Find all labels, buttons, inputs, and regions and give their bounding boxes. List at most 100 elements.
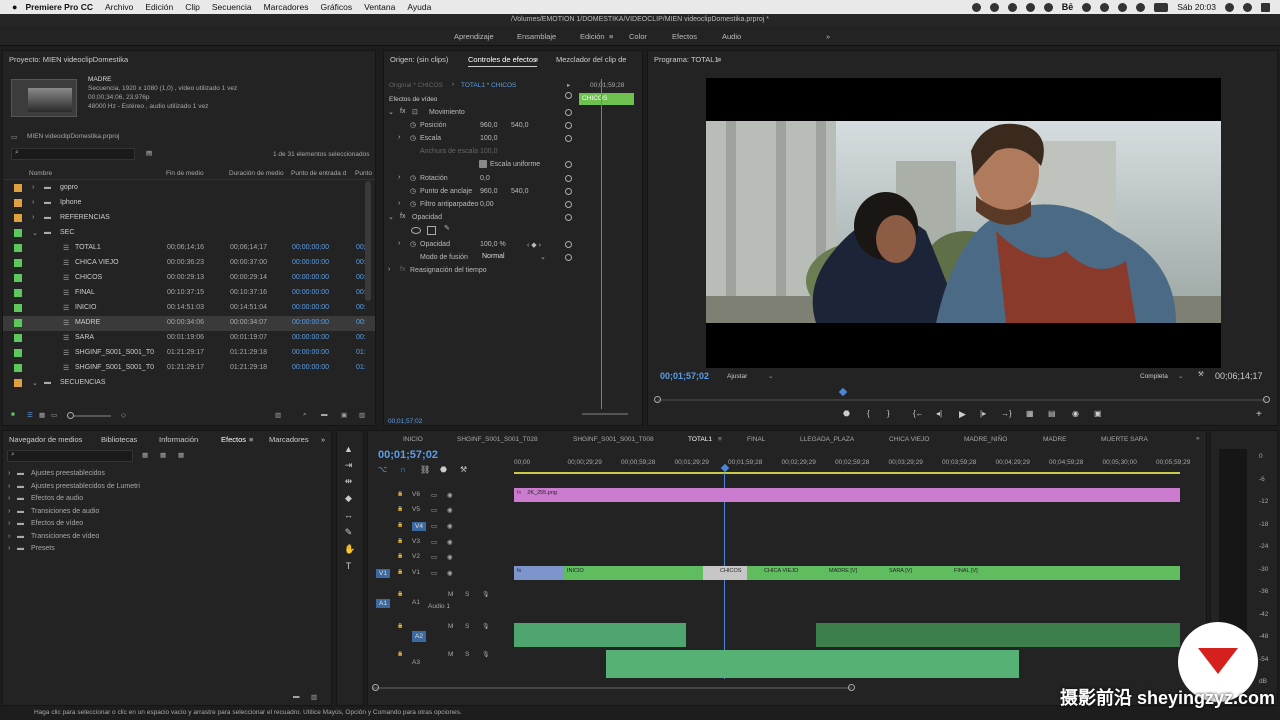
trash-icon[interactable]: ▥ xyxy=(311,693,317,701)
clock[interactable]: Sáb 20:03 xyxy=(1177,2,1216,12)
go-to-out-icon[interactable]: →} xyxy=(1001,409,1012,418)
clip-v1-chicos[interactable]: CHICOS xyxy=(703,566,747,580)
track-label[interactable]: A3 xyxy=(412,659,420,666)
menu-archivo[interactable]: Archivo xyxy=(105,2,133,12)
workspace-ensamblaje[interactable]: Ensamblaje xyxy=(517,32,556,41)
mute-button[interactable]: M xyxy=(448,591,453,598)
sequence-tab[interactable]: MADRE xyxy=(1043,436,1066,443)
disclosure-icon[interactable]: › xyxy=(32,214,34,221)
yuv-effects-icon[interactable]: ▦ xyxy=(178,451,184,459)
stopwatch-icon[interactable]: ◷ xyxy=(410,200,416,208)
label-color-swatch[interactable] xyxy=(14,304,22,312)
disclosure-icon[interactable]: › xyxy=(8,520,10,527)
track-lock-icon[interactable]: 🔒 xyxy=(397,623,403,629)
stopwatch-icon[interactable]: ◷ xyxy=(410,240,416,248)
wifi-icon[interactable] xyxy=(1118,2,1128,12)
sequence-tab[interactable]: INICIO xyxy=(403,436,423,443)
fx-badge[interactable]: fx xyxy=(400,213,405,220)
microphone-icon[interactable]: 🎙 xyxy=(482,651,490,658)
reset-icon[interactable] xyxy=(565,175,572,182)
track-label[interactable]: A2 xyxy=(412,631,426,642)
program-menu-icon[interactable]: ≡ xyxy=(717,55,721,64)
pen-tool-icon[interactable]: ✎ xyxy=(344,528,353,537)
sort-icon[interactable]: ◇ xyxy=(121,411,126,419)
project-folder[interactable]: ⌄ ▬ SEC xyxy=(3,226,375,241)
track-label[interactable]: V1 xyxy=(412,569,420,576)
timeline-settings-icon[interactable]: ⚒ xyxy=(460,465,467,474)
play-only-icon[interactable]: ▸ xyxy=(567,81,570,89)
ec-playhead[interactable] xyxy=(601,79,602,409)
label-color-swatch[interactable] xyxy=(14,379,22,387)
escala-uniforme-checkbox[interactable] xyxy=(479,160,487,168)
sync-lock-icon[interactable]: ▭ xyxy=(431,506,437,514)
eye-icon[interactable]: ◉ xyxy=(447,538,453,546)
slip-tool-icon[interactable]: ↔ xyxy=(344,511,353,520)
clip-v1-final[interactable]: FINAL [V] xyxy=(939,566,1180,580)
filtro-value[interactable]: 0,00 xyxy=(480,201,494,208)
track-lock-icon[interactable]: 🔒 xyxy=(397,538,403,544)
expand-icon[interactable]: › xyxy=(388,266,390,273)
label-color-swatch[interactable] xyxy=(14,229,22,237)
label-color-swatch[interactable] xyxy=(14,364,22,372)
stopwatch-icon[interactable]: ◷ xyxy=(410,187,416,195)
column-fin[interactable]: Fin de medio xyxy=(166,170,204,177)
escala-value[interactable]: 100,0 xyxy=(480,135,498,142)
sequence-tab[interactable]: SHGINF_S001_S001_T008 xyxy=(573,436,654,443)
project-item[interactable]: ☰ SHGINF_S001_S001_T0 01:21:29:17 01:21:29:… xyxy=(3,346,375,361)
new-bin-icon[interactable]: ▬ xyxy=(321,411,328,418)
stopwatch-icon[interactable]: ◷ xyxy=(410,121,416,129)
disclosure-icon[interactable]: › xyxy=(32,199,34,206)
workspace-more-icon[interactable]: » xyxy=(826,32,830,41)
volume-icon[interactable] xyxy=(1136,2,1146,12)
pen-mask-icon[interactable]: ✎ xyxy=(444,224,450,232)
display-icon[interactable] xyxy=(1043,2,1053,12)
clip-a2-2[interactable] xyxy=(816,623,1180,647)
hand-tool-icon[interactable]: ✋ xyxy=(344,545,355,554)
project-folder[interactable]: ⌄ ▬ SECUENCIAS xyxy=(3,376,375,391)
creative-cloud-icon[interactable] xyxy=(989,2,999,12)
disclosure-icon[interactable]: ⌄ xyxy=(32,379,38,387)
fit-dropdown[interactable]: Ajustar xyxy=(727,373,747,380)
play-icon[interactable]: ▶ xyxy=(959,409,966,420)
tab-marcadores[interactable]: Marcadores xyxy=(269,435,309,444)
track-lock-icon[interactable]: 🔒 xyxy=(397,522,403,528)
rotacion-value[interactable]: 0,0 xyxy=(480,175,490,182)
behance-icon[interactable]: Bē xyxy=(1062,2,1074,12)
label-color-swatch[interactable] xyxy=(14,334,22,342)
reset-icon[interactable] xyxy=(565,122,572,129)
icon-view-icon[interactable]: ▦ xyxy=(39,411,45,419)
accelerated-effects-icon[interactable]: ▦ xyxy=(142,451,148,459)
stopwatch-icon[interactable]: ◷ xyxy=(410,134,416,142)
eye-icon[interactable]: ◉ xyxy=(447,506,453,514)
sequence-tab[interactable]: LLEGADA_PLAZA xyxy=(800,436,854,443)
menu-icon[interactable] xyxy=(1261,2,1270,12)
ripple-edit-tool-icon[interactable]: ⇹ xyxy=(344,477,353,486)
panel-more-icon[interactable]: » xyxy=(321,435,325,444)
label-color-swatch[interactable] xyxy=(14,289,22,297)
sync-lock-icon[interactable]: ▭ xyxy=(431,538,437,546)
track-lock-icon[interactable]: 🔒 xyxy=(397,506,403,512)
disclosure-icon[interactable]: › xyxy=(8,483,10,490)
project-folder[interactable]: › ▬ REFERENCIAS xyxy=(3,211,375,226)
eye-icon[interactable]: ◉ xyxy=(447,522,453,530)
automate-icon[interactable]: ▥ xyxy=(275,411,281,419)
sequence-tab[interactable]: MADRE_NIÑO xyxy=(964,436,1007,443)
sync-lock-icon[interactable]: ▭ xyxy=(431,491,437,499)
tab-bibliotecas[interactable]: Bibliotecas xyxy=(101,435,137,444)
track-lock-icon[interactable]: 🔒 xyxy=(397,553,403,559)
sequence-clip-label[interactable]: TOTAL1 * CHICOS xyxy=(461,82,516,89)
timeline-zoom-scrollbar[interactable] xyxy=(372,684,855,691)
project-item[interactable]: ☰ FINAL 00:10:37:15 00:10:37:16 00:00:00:00 0… xyxy=(3,286,375,301)
solo-button[interactable]: S xyxy=(465,651,469,658)
workspace-menu-icon[interactable]: ≡ xyxy=(609,32,613,41)
sequence-tab[interactable]: SHGINF_S001_S001_T028 xyxy=(457,436,538,443)
time-ruler[interactable]: 00;00 00;00;29;29 00;00;59;28 00;01;29;29 00… xyxy=(514,457,1190,471)
source-clip-label[interactable]: Original * CHICOS xyxy=(389,82,443,89)
razor-tool-icon[interactable]: ◆ xyxy=(344,494,353,503)
wrench-icon[interactable]: ⚒ xyxy=(1198,370,1204,378)
clip-v1-sara[interactable]: SARA [V] xyxy=(874,566,939,580)
bluetooth-icon[interactable] xyxy=(1100,2,1110,12)
effects-search-input[interactable]: ⌕ xyxy=(7,450,133,462)
mark-out-icon[interactable]: } xyxy=(887,409,890,418)
workspace-aprendizaje[interactable]: Aprendizaje xyxy=(454,32,494,41)
